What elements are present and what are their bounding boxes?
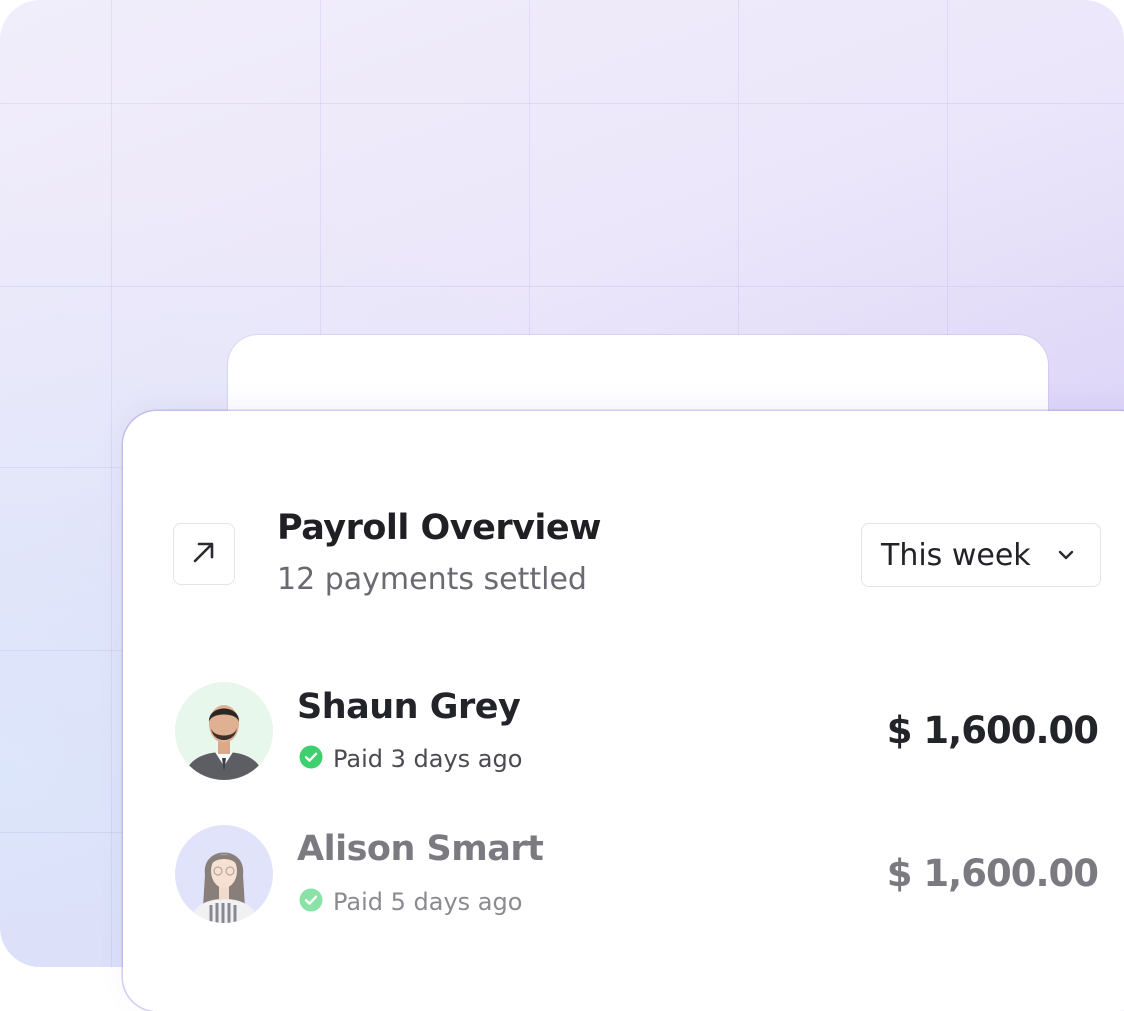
expand-button[interactable] (173, 523, 235, 585)
payment-row[interactable]: Shaun Grey Paid 3 days ago $ 1,600.00 (0, 682, 1124, 792)
payment-status: Paid 3 days ago (299, 745, 522, 773)
chevron-down-icon (1056, 545, 1076, 569)
avatar (175, 682, 273, 780)
payment-status-text: Paid 3 days ago (333, 745, 523, 773)
period-dropdown-label: This week (881, 537, 1031, 573)
payment-status-text: Paid 5 days ago (333, 888, 523, 916)
payment-amount: $ 1,600.00 (886, 709, 1099, 752)
check-circle-icon (299, 745, 323, 773)
card-subtitle: 12 payments settled (277, 562, 587, 597)
payment-row[interactable]: Alison Smart Paid 5 days ago $ 1,600.00 (0, 825, 1124, 935)
payment-amount: $ 1,600.00 (886, 852, 1099, 895)
payee-name: Alison Smart (297, 829, 544, 869)
card-title: Payroll Overview (277, 508, 602, 548)
payment-status: Paid 5 days ago (299, 888, 522, 916)
arrow-up-right-icon (189, 537, 219, 571)
payee-name: Shaun Grey (297, 687, 521, 727)
period-dropdown[interactable]: This week (861, 523, 1101, 587)
avatar (175, 825, 273, 923)
check-circle-icon (299, 888, 323, 916)
